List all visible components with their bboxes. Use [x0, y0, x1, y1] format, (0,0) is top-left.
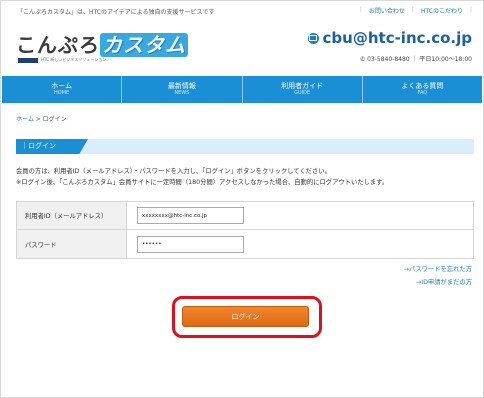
logo-subtitle: HTC 新しいビジネスソリューション: [18, 57, 106, 63]
breadcrumb: ホーム > ログイン: [16, 114, 67, 123]
nav-label: ホーム: [51, 82, 73, 90]
password-label: パスワード: [17, 230, 127, 258]
contact-email[interactable]: cbu@htc-inc.co.jp: [307, 29, 472, 47]
password-input[interactable]: [137, 235, 244, 253]
phone-text: 03-5840-8480 ｜ 平日10:00～18:00: [367, 56, 472, 63]
nav-label: 最新情報: [167, 82, 196, 90]
form-row-user-id: 利用者ID（メールアドレス）: [17, 202, 473, 230]
separator: |: [469, 6, 472, 13]
id-request-link[interactable]: →ID申請がまだの方: [416, 277, 472, 286]
contact-phone: ✆ 03-5840-8480 ｜ 平日10:00～18:00: [360, 54, 472, 63]
site-tagline: 「こんぷろカスタム」は、HTCのアイデアによる独自の支援サービスです: [17, 9, 215, 16]
nav-label: 利用者ガイド: [281, 82, 324, 90]
form-row-password: パスワード: [17, 230, 473, 258]
nav-item-guide[interactable]: 利用者ガイド GUIDE: [243, 76, 363, 103]
user-id-cell: [127, 202, 473, 229]
email-text: cbu@htc-inc.co.jp: [322, 29, 472, 47]
nav-label: よくある質問: [401, 82, 444, 90]
logout-notice: ※ログイン後、「こんぷろカスタム」会員サイトに一定時間（180分間）アクセスしな…: [16, 179, 389, 186]
forgot-password-link[interactable]: →パスワードを忘れた方: [404, 264, 472, 273]
breadcrumb-home-link[interactable]: ホーム: [16, 116, 34, 123]
nav-item-home[interactable]: ホーム HOME: [2, 76, 123, 103]
nav-item-faq[interactable]: よくある質問 FAQ: [363, 76, 482, 103]
nav-sublabel: FAQ: [417, 90, 428, 96]
breadcrumb-separator: >: [33, 116, 43, 123]
separator: |: [359, 6, 362, 13]
contact-link[interactable]: お問い合わせ: [369, 6, 405, 15]
nav-sublabel: NEWS: [174, 90, 190, 96]
htc-mark-icon: [18, 57, 38, 63]
section-title-text: ログイン: [28, 142, 56, 150]
login-instructions: 会員の方は、利用者ID（メールアドレス）・パスワードを入力し、「ログイン」ボタン…: [16, 168, 331, 175]
password-cell: [127, 230, 473, 258]
login-form: 利用者ID（メールアドレス） パスワード: [16, 201, 474, 259]
top-links: | お問い合わせ | HTCのこだわり |: [360, 6, 472, 15]
nav-sublabel: HOME: [54, 90, 70, 96]
user-id-input[interactable]: [137, 207, 244, 224]
mail-icon: [307, 32, 319, 44]
logo-text-accent: カスタム: [100, 33, 188, 57]
logo-text-main: こんぷろ: [16, 33, 100, 57]
separator: |: [411, 6, 414, 13]
login-button[interactable]: ログイン: [182, 306, 309, 327]
user-id-label: 利用者ID（メールアドレス）: [17, 202, 127, 229]
breadcrumb-current: ログイン: [42, 116, 67, 123]
site-logo[interactable]: こんぷろ カスタム: [16, 29, 188, 58]
section-header-bar: ｜ログイン: [16, 139, 474, 154]
main-nav: ホーム HOME 最新情報 NEWS 利用者ガイド GUIDE よくある質問 F…: [2, 76, 482, 103]
htc-commitment-link[interactable]: HTCのこだわり: [421, 6, 463, 15]
section-title: ｜ログイン: [16, 139, 88, 154]
logo-subtitle-text: HTC 新しいビジネスソリューション: [41, 57, 107, 62]
nav-sublabel: GUIDE: [294, 90, 311, 96]
nav-item-news[interactable]: 最新情報 NEWS: [122, 76, 243, 103]
